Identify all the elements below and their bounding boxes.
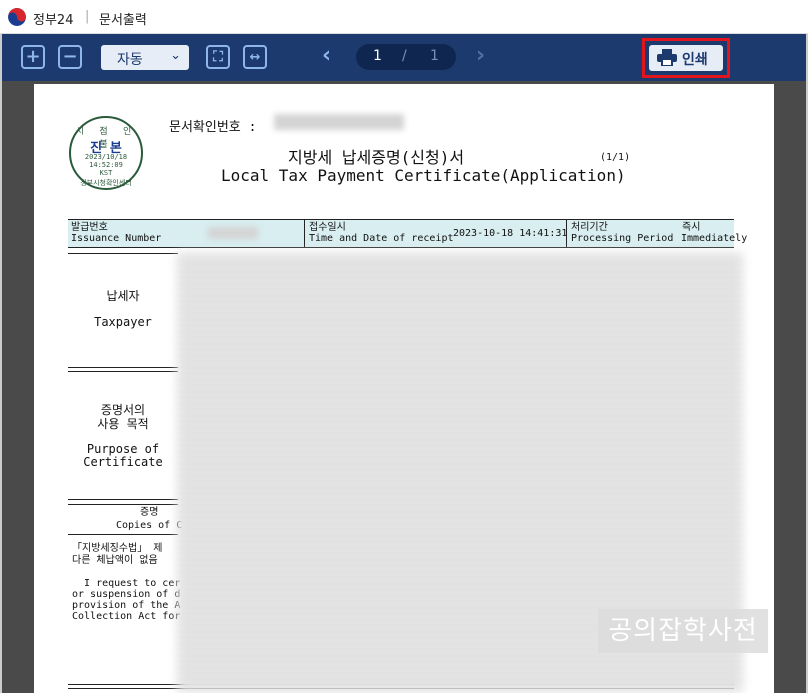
fit-width-button[interactable]: ↔ [243,45,267,69]
law-text-en-2: or suspension of d [72,589,181,600]
issuance-label-en: Issuance Number [71,233,162,244]
print-button-highlight: 인쇄 [642,38,730,78]
redacted-confirm-number [274,114,404,130]
zoom-out-button[interactable]: − [58,45,82,69]
seal-date: 2023/10/18 [84,153,128,161]
confirm-number-label: 문서확인번호 : [169,120,257,135]
zoom-value: 자동 [117,52,143,68]
doc-title-ko: 지방세 납세증명(신청)서 [288,148,465,167]
fit-width-icon: ↔ [249,49,261,65]
info-row: 발급번호 Issuance Number 접수일시 Time and Date … [68,219,747,248]
processing-value-en: Immediately [681,233,748,244]
info-divider [566,220,567,247]
divider [68,367,178,368]
processing-label-en: Processing Period [571,233,674,244]
title-separator: | [85,9,90,24]
divider [68,504,178,505]
purpose-label-ko-2: 사용 목적 [97,417,149,431]
prev-page-icon[interactable]: ‹ [322,43,331,68]
purpose-label-en-1: Purpose of [86,442,160,456]
law-text-en-1: I request to cer [72,578,181,589]
receipt-label-en: Time and Date of receipt [309,233,454,244]
document-page: 시 점 인 불 진 본 2023/10/18 14:52:09 KST 정부시청… [34,84,774,693]
seal-time: 14:52:09 [89,161,123,169]
fit-page-button[interactable]: ⛶ [206,45,230,69]
plus-icon: + [25,46,41,67]
total-pages: 1 [430,48,439,64]
divider [68,499,178,500]
taxpayer-label-en: Taxpayer [94,315,152,329]
current-page-input[interactable]: 1 [373,48,382,64]
copies-label-en: Copies of C [116,520,183,531]
gov-logo-icon [8,8,26,26]
app-title: 정부24 [33,13,74,28]
info-divider [304,220,305,247]
seal-bottom-text: 정부시청확인센터 [80,179,132,187]
taxpayer-label-ko: 납세자 [106,289,140,303]
zoom-in-button[interactable]: + [21,45,45,69]
copies-label-ko: 증명 [140,507,159,518]
divider [68,371,178,372]
divider [68,253,178,254]
doc-page-count: (1/1) [600,152,631,163]
redacted-issuance [208,227,258,239]
window-title: 문서출력 [99,13,147,28]
next-page-icon[interactable]: › [476,43,485,68]
purpose-label-ko-1: 증명서의 [100,403,146,417]
issuance-label-ko: 발급번호 [71,222,108,233]
seal-tz: KST [99,169,113,177]
print-button[interactable]: 인쇄 [649,45,723,71]
processing-label-ko: 처리기간 [571,222,608,233]
watermark-text: 공의잡학사전 [598,609,768,653]
receipt-value: 2023-10-18 14:41:31 [453,228,568,239]
purpose-label-en-2: Certificate [83,455,163,469]
law-text-ko-1: 「지방세징수법」 제 [72,543,163,554]
divider [68,534,178,535]
authenticity-seal: 시 점 인 불 진 본 2023/10/18 14:52:09 KST 정부시청… [69,116,143,190]
receipt-label-ko: 접수일시 [309,222,346,233]
chevron-down-icon: ⌄ [170,48,181,63]
doc-title-en: Local Tax Payment Certificate(Applicatio… [221,166,626,185]
page-indicator: 1 / 1 [356,44,456,70]
print-label: 인쇄 [682,52,708,68]
law-text-ko-2: 다른 체납액이 없음 [72,555,158,566]
title-bar: 정부24 | 문서출력 [0,0,808,34]
processing-value-ko: 즉시 [682,222,701,233]
minus-icon: − [62,46,78,67]
printer-icon [657,49,677,70]
page-separator: / [402,48,407,64]
zoom-select[interactable]: 자동 ⌄ [101,45,189,70]
law-text-en-3: provision of the A [72,600,181,611]
law-text-en-4: Collection Act for [72,611,181,622]
fit-page-icon: ⛶ [213,49,223,65]
